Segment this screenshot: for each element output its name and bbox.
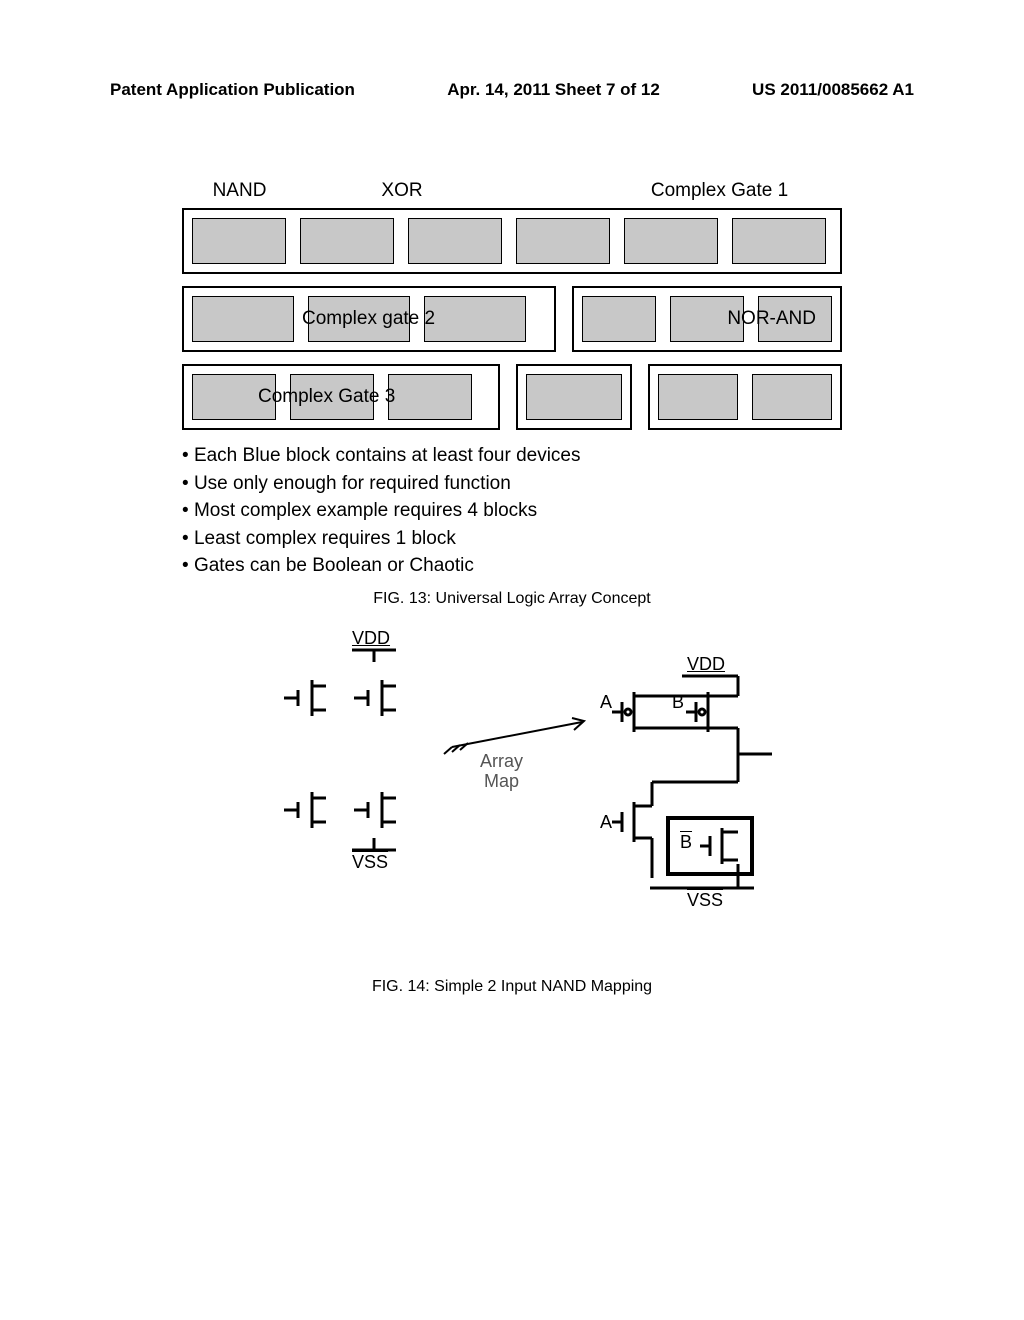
device-block — [732, 218, 826, 264]
device-block — [300, 218, 394, 264]
device-block — [670, 296, 744, 342]
fig13-row2-left: Complex gate 2 — [182, 286, 556, 352]
fig13-row3-left: Complex Gate 3 — [182, 364, 500, 430]
fig13-row-3: Complex Gate 3 — [182, 364, 842, 430]
bullet-item: Use only enough for required function — [182, 470, 842, 498]
page: Patent Application Publication Apr. 14, … — [0, 0, 1024, 1320]
fig14-schematic — [182, 632, 842, 932]
bullet-item: Gates can be Boolean or Chaotic — [182, 552, 842, 580]
device-block — [192, 374, 276, 420]
device-block — [758, 296, 832, 342]
fig13-row-2: Complex gate 2 NOR-AND — [182, 286, 842, 352]
fig13-row-1 — [182, 208, 842, 274]
figure-13: NAND XOR Complex Gate 1 Complex gate 2 — [182, 180, 842, 430]
label-complex-gate-1: Complex Gate 1 — [597, 180, 842, 202]
device-block — [192, 296, 294, 342]
device-block — [192, 218, 286, 264]
fig13-row2-right: NOR-AND — [572, 286, 842, 352]
fig13-bullets: Each Blue block contains at least four d… — [182, 442, 842, 580]
label-nand: NAND — [182, 180, 297, 202]
page-header: Patent Application Publication Apr. 14, … — [110, 80, 914, 100]
fig13-top-labels: NAND XOR Complex Gate 1 — [182, 180, 842, 202]
fig14-caption: FIG. 14: Simple 2 Input NAND Mapping — [110, 978, 914, 996]
device-block — [526, 374, 622, 420]
device-block — [290, 374, 374, 420]
device-block — [752, 374, 832, 420]
figure-14: VDD VSS VDD VSS ArrayMap A B A B — [182, 632, 842, 942]
device-block — [516, 218, 610, 264]
fig13-row3-right — [648, 364, 842, 430]
device-block — [624, 218, 718, 264]
bullet-item: Least complex requires 1 block — [182, 525, 842, 553]
label-xor: XOR — [297, 180, 507, 202]
device-block — [308, 296, 410, 342]
fig13-caption: FIG. 13: Universal Logic Array Concept — [110, 590, 914, 608]
header-left: Patent Application Publication — [110, 80, 355, 100]
bullet-item: Most complex example requires 4 blocks — [182, 497, 842, 525]
bullet-item: Each Blue block contains at least four d… — [182, 442, 842, 470]
fig13-row3-mid — [516, 364, 632, 430]
device-block — [388, 374, 472, 420]
device-block — [408, 218, 502, 264]
header-right: US 2011/0085662 A1 — [752, 80, 914, 100]
device-block — [424, 296, 526, 342]
device-block — [582, 296, 656, 342]
header-mid: Apr. 14, 2011 Sheet 7 of 12 — [447, 80, 660, 100]
device-block — [658, 374, 738, 420]
